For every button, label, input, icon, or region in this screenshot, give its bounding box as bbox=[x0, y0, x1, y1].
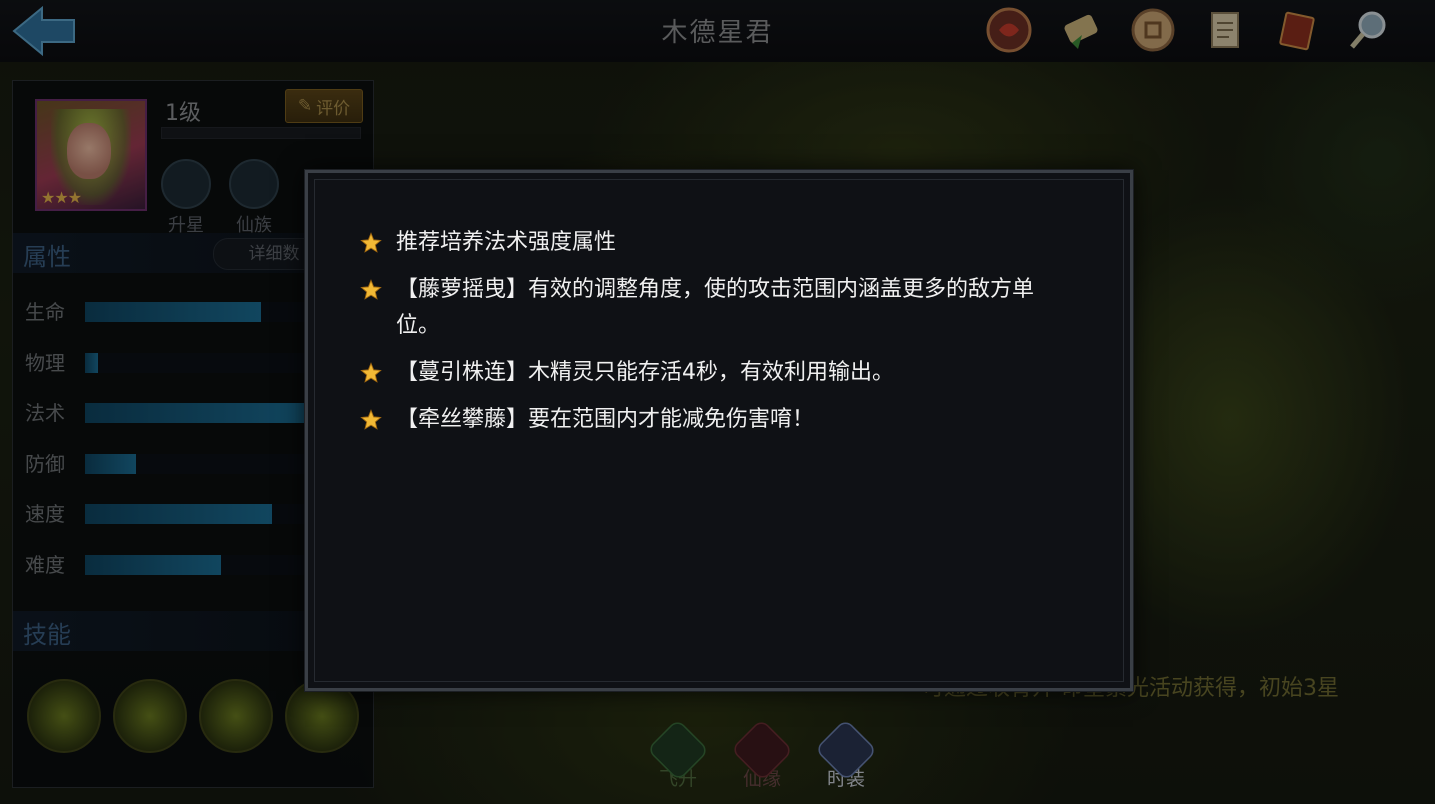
tip-item: 【牵丝攀藤】要在范围内才能减免伤害唷！ bbox=[360, 402, 1060, 438]
star-icon bbox=[360, 279, 382, 300]
tip-item: 推荐培养法术强度属性 bbox=[360, 225, 1060, 261]
tip-item: 【藤萝摇曳】有效的调整角度，使的攻击范围内涵盖更多的敌方单位。 bbox=[360, 272, 1060, 344]
tip-text: 【藤萝摇曳】有效的调整角度，使的攻击范围内涵盖更多的敌方单位。 bbox=[396, 277, 1035, 338]
tips-list: 推荐培养法术强度属性【藤萝摇曳】有效的调整角度，使的攻击范围内涵盖更多的敌方单位… bbox=[360, 225, 1060, 449]
tip-item: 【蔓引株连】木精灵只能存活4秒，有效利用输出。 bbox=[360, 355, 1060, 391]
tip-text: 推荐培养法术强度属性 bbox=[396, 230, 617, 255]
tips-dialog: 推荐培养法术强度属性【藤萝摇曳】有效的调整角度，使的攻击范围内涵盖更多的敌方单位… bbox=[305, 170, 1133, 691]
star-icon bbox=[360, 362, 382, 383]
star-icon bbox=[360, 232, 382, 253]
tip-text: 【牵丝攀藤】要在范围内才能减免伤害唷！ bbox=[396, 407, 815, 432]
star-icon bbox=[360, 409, 382, 430]
tip-text: 【蔓引株连】木精灵只能存活4秒，有效利用输出。 bbox=[396, 360, 894, 385]
